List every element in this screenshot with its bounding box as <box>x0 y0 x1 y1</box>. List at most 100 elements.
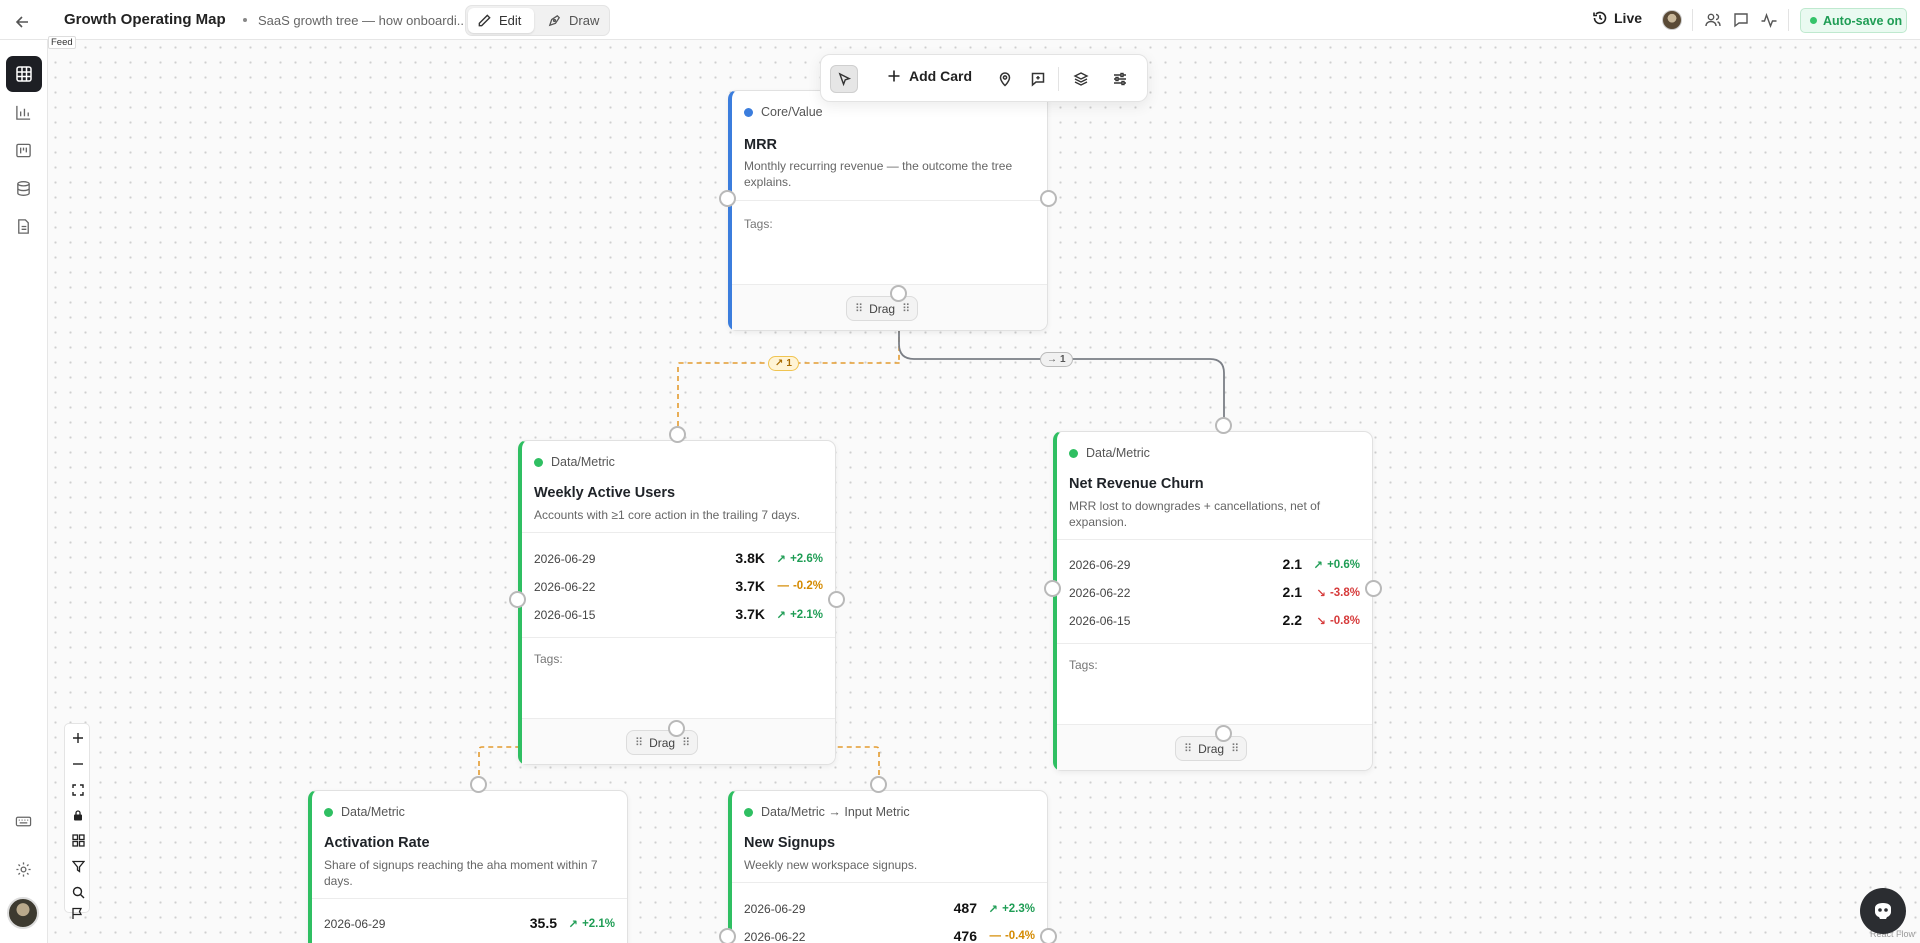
card-type: Data/Metric <box>1069 446 1150 460</box>
drag-handle[interactable]: ⠿ Drag ⠿ <box>1175 736 1248 761</box>
connection-handle[interactable] <box>719 928 736 943</box>
edit-mode-button[interactable]: Edit <box>468 8 534 33</box>
metric-row: 2026-06-22 2.1 ↘ -3.8% <box>1069 584 1360 600</box>
card-net-revenue-churn[interactable]: Data/Metric Net Revenue Churn MRR lost t… <box>1053 431 1373 771</box>
drag-handle[interactable]: ⠿ Drag ⠿ <box>846 296 919 321</box>
settings-icon <box>15 861 31 877</box>
activity-icon[interactable] <box>1760 11 1778 29</box>
flow-canvas[interactable]: ↗1 →1 ↗1 ↗1 Core/Value MRR Monthly recur… <box>48 40 1920 943</box>
user-avatar[interactable] <box>1662 10 1682 30</box>
sidebar-item-docs[interactable] <box>10 213 36 239</box>
metric-row: 2026-06-22 3.7K — -0.2% <box>534 578 823 594</box>
connection-handle[interactable] <box>1044 580 1061 597</box>
connection-handle[interactable] <box>1040 190 1057 207</box>
connection-handle[interactable] <box>828 591 845 608</box>
layers-button[interactable] <box>1067 65 1095 93</box>
type-dot <box>744 807 753 817</box>
pin-icon <box>999 72 1011 87</box>
lock-button[interactable] <box>69 806 87 824</box>
select-tool-button[interactable] <box>830 65 858 93</box>
card-title: Activation Rate <box>324 835 430 851</box>
metric-row: 2026-06-15 3.7K ↗ +2.1% <box>534 606 823 622</box>
card-divider <box>732 200 1047 201</box>
sidebar-item-shortcuts[interactable] <box>10 808 36 834</box>
connection-handle[interactable] <box>470 776 487 793</box>
card-new-signups[interactable]: Data/Metric → Input Metric New Signups W… <box>728 790 1048 943</box>
grid-layout-button[interactable] <box>69 831 87 849</box>
card-weekly-active-users[interactable]: Data/Metric Weekly Active Users Accounts… <box>518 440 836 765</box>
type-dot <box>324 807 333 817</box>
connection-handle[interactable] <box>870 776 887 793</box>
bar-chart-icon <box>15 105 30 120</box>
board-icon <box>15 143 31 157</box>
feed-tooltip: Feed <box>48 36 76 49</box>
trend-down-icon: ↘ <box>1316 616 1326 628</box>
grip-icon: ⠿ <box>682 737 690 749</box>
flag-button[interactable] <box>68 904 86 922</box>
connection-handle[interactable] <box>719 190 736 207</box>
card-activation-rate[interactable]: Data/Metric Activation Rate Share of sig… <box>308 790 628 943</box>
live-button[interactable]: Live <box>1592 10 1642 26</box>
card-type: Data/Metric → Input Metric <box>744 805 910 819</box>
connection-handle[interactable] <box>890 285 907 302</box>
profile-avatar[interactable] <box>7 897 39 929</box>
zoom-in-button[interactable] <box>69 729 87 747</box>
search-button[interactable] <box>69 883 87 901</box>
grip-icon: ⠿ <box>855 303 863 315</box>
filter-button[interactable] <box>69 857 87 875</box>
users-icon[interactable] <box>1704 11 1722 29</box>
connection-handle[interactable] <box>1215 725 1232 742</box>
search-icon <box>72 886 84 898</box>
sidebar-item-data[interactable] <box>10 175 36 201</box>
draw-mode-button[interactable]: Draw <box>538 8 608 33</box>
card-title: Weekly Active Users <box>534 485 676 501</box>
type-dot <box>744 107 753 117</box>
connection-handle[interactable] <box>1040 928 1057 943</box>
sidebar-item-map[interactable] <box>6 56 42 92</box>
toolbar-divider <box>1788 9 1789 31</box>
autosave-badge[interactable]: Auto-save on <box>1800 8 1907 33</box>
plus-icon <box>73 733 83 743</box>
comments-icon[interactable] <box>1732 11 1750 29</box>
back-arrow-icon[interactable] <box>13 12 33 32</box>
sidebar-item-settings[interactable] <box>10 856 36 882</box>
trend-flat-icon: — <box>989 930 1001 942</box>
metric-row: 2026-06-29 2.1 ↗ +0.6% <box>1069 556 1360 572</box>
plus-icon <box>888 70 900 82</box>
card-description: MRR lost to downgrades + cancellations, … <box>1069 499 1321 529</box>
pin-tool-button[interactable] <box>991 65 1019 93</box>
card-divider <box>312 898 627 899</box>
sidebar-item-charts[interactable] <box>10 99 36 125</box>
connection-handle[interactable] <box>509 591 526 608</box>
card-divider <box>522 532 835 533</box>
card-type: Core/Value <box>744 105 823 119</box>
card-mrr[interactable]: Core/Value MRR Monthly recurring revenue… <box>728 90 1048 331</box>
connection-handle[interactable] <box>1365 580 1382 597</box>
connection-handle[interactable] <box>668 720 685 737</box>
add-card-button[interactable]: Add Card <box>887 68 972 84</box>
sidebar-item-board[interactable] <box>10 137 36 163</box>
fit-view-button[interactable] <box>69 781 87 799</box>
trend-up-icon: ↗ <box>776 554 787 566</box>
connection-handle[interactable] <box>1215 417 1232 434</box>
comment-tool-button[interactable] <box>1024 65 1052 93</box>
grip-icon: ⠿ <box>1184 743 1192 755</box>
drag-handle[interactable]: ⠿ Drag ⠿ <box>626 730 699 755</box>
trend-up-icon: ↗ <box>1313 560 1324 572</box>
page-subtitle[interactable]: SaaS growth tree — how onboardi... <box>258 13 468 28</box>
lock-icon <box>74 810 82 821</box>
card-divider <box>732 882 1047 883</box>
trend-up-icon: ↗ <box>988 904 999 916</box>
connection-handle[interactable] <box>669 426 686 443</box>
edge-badge-wau-mrr[interactable]: ↗ 1 <box>768 356 799 371</box>
card-tags: Tags: <box>744 217 773 231</box>
history-icon <box>1593 11 1607 25</box>
autosave-status-dot <box>1810 17 1817 24</box>
assistant-button[interactable] <box>1860 888 1906 934</box>
zoom-out-button[interactable] <box>69 755 87 773</box>
document-icon <box>17 218 29 234</box>
settings-sliders-button[interactable] <box>1106 65 1134 93</box>
minus-icon <box>73 763 83 765</box>
edge-badge-churn-mrr[interactable]: → 1 <box>1040 352 1073 367</box>
filter-icon <box>71 860 85 873</box>
